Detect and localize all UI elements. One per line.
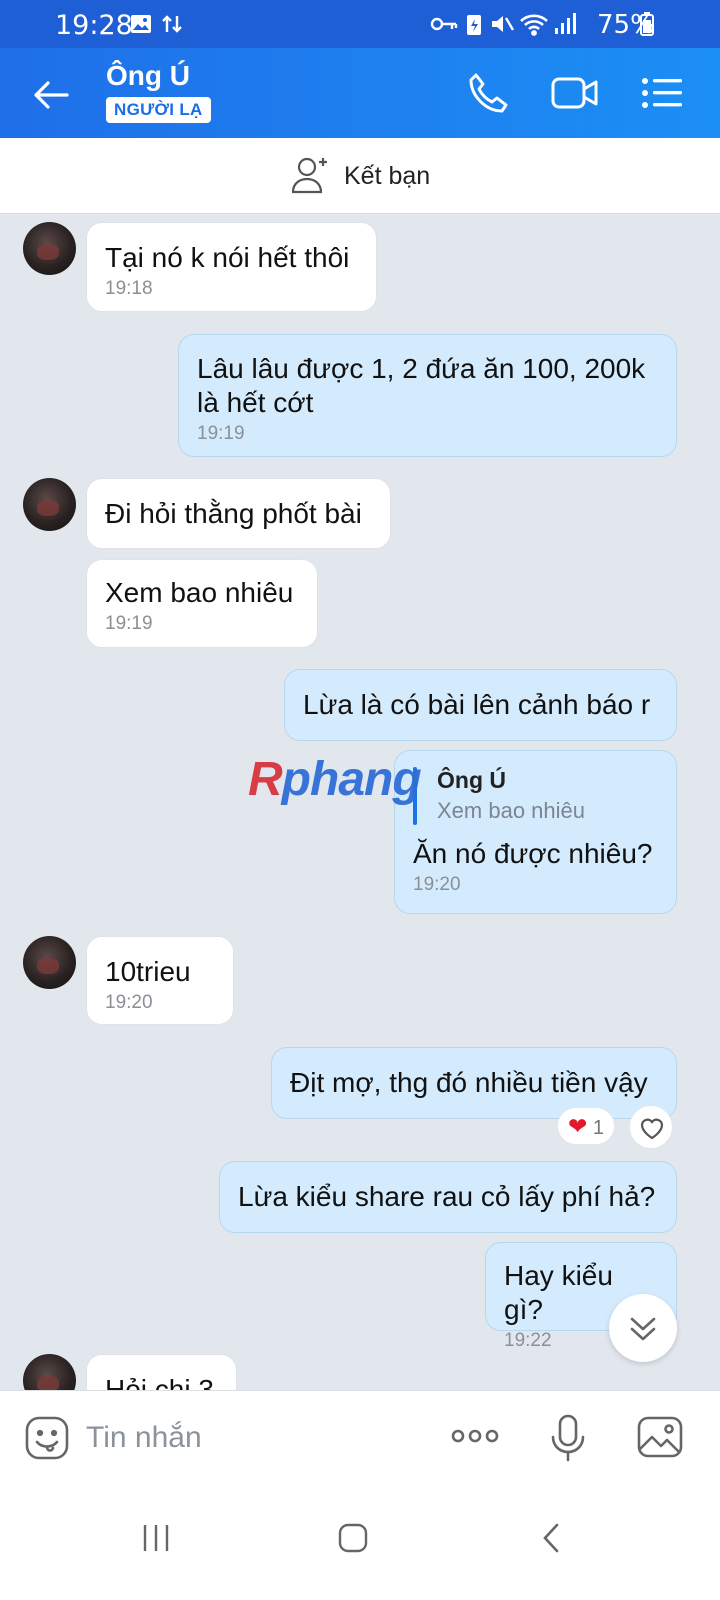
gallery-button[interactable]: [636, 1413, 684, 1466]
add-friend-bar[interactable]: Kết bạn: [0, 138, 720, 214]
quoted-sender: Ông Ú: [437, 767, 506, 793]
more-dots-icon: [451, 1429, 499, 1443]
message-time: 19:19: [197, 423, 245, 444]
message-text: Đi hỏi thằng phốt bài: [105, 498, 362, 529]
sticker-icon: [25, 1416, 69, 1460]
message-text: Lừa kiểu share rau cỏ lấy phí hả?: [238, 1181, 656, 1212]
message-text: Lâu lâu được 1, 2 đứa ăn 100, 200k là hế…: [197, 353, 646, 418]
message-text: Địt mợ, thg đó nhiều tiền vậy: [290, 1067, 648, 1098]
avatar[interactable]: [23, 478, 76, 531]
message-text: Xem bao nhiêu: [105, 577, 294, 608]
outgoing-message[interactable]: Địt mợ, thg đó nhiều tiền vậy: [271, 1047, 677, 1119]
mute-icon: [489, 12, 515, 41]
reaction-count: 1: [592, 1117, 604, 1139]
back-button[interactable]: [30, 74, 72, 116]
video-camera-icon: [551, 77, 598, 109]
more-options-button[interactable]: [450, 1421, 500, 1456]
list-menu-icon: [642, 78, 682, 108]
vpn-key-icon: [430, 12, 458, 41]
message-time: 19:20: [105, 992, 153, 1013]
status-time: 19:28: [55, 10, 133, 41]
double-chevron-down-icon: [630, 1317, 656, 1341]
heart-icon: ❤: [568, 1113, 588, 1139]
nav-back-button[interactable]: [537, 1522, 569, 1559]
heart-outline-icon: [640, 1118, 664, 1140]
message-list[interactable]: Tại nó k nói hết thôi 19:18 Lâu lâu được…: [0, 214, 720, 1417]
message-time: 19:18: [105, 278, 153, 299]
chat-header: Ông Ú NGƯỜI LẠ: [0, 48, 720, 138]
menu-button[interactable]: [640, 70, 690, 116]
scroll-to-bottom-button[interactable]: [609, 1294, 677, 1362]
wifi-icon: [519, 12, 549, 41]
quoted-text: Xem bao nhiêu: [437, 798, 585, 823]
system-navigation-bar: [0, 1486, 720, 1600]
voice-call-button[interactable]: [464, 70, 514, 116]
emoji-button[interactable]: [24, 1415, 70, 1466]
data-transfer-icon: [160, 12, 184, 41]
incoming-message[interactable]: Đi hỏi thằng phốt bài: [86, 478, 391, 549]
incoming-message[interactable]: 10trieu 19:20: [86, 936, 234, 1025]
outgoing-reply-message[interactable]: Ông Ú Xem bao nhiêu Ăn nó được nhiêu? 19…: [394, 750, 677, 914]
phone-icon: [469, 73, 508, 113]
gallery-icon: [129, 12, 153, 41]
react-button[interactable]: [629, 1105, 673, 1149]
message-time: 19:20: [413, 874, 461, 895]
arrow-left-icon: [34, 81, 69, 109]
incoming-message[interactable]: Tại nó k nói hết thôi 19:18: [86, 222, 377, 312]
video-call-button[interactable]: [550, 70, 600, 116]
battery-icon: [640, 12, 654, 41]
quoted-message[interactable]: Ông Ú Xem bao nhiêu: [413, 765, 658, 827]
stranger-badge: NGƯỜI LẠ: [106, 97, 211, 123]
message-text: 10trieu: [105, 956, 191, 987]
recent-apps-icon: [143, 1525, 169, 1551]
microphone-icon: [551, 1414, 585, 1462]
add-friend-label: Kết bạn: [344, 162, 431, 190]
avatar[interactable]: [23, 936, 76, 989]
message-input[interactable]: [86, 1417, 406, 1459]
outgoing-message[interactable]: Lừa kiểu share rau cỏ lấy phí hả?: [219, 1161, 677, 1233]
message-composer: [0, 1390, 720, 1486]
message-text: Lừa là có bài lên cảnh báo r: [303, 689, 651, 720]
image-icon: [637, 1416, 683, 1458]
chevron-left-icon: [543, 1523, 559, 1553]
avatar[interactable]: [23, 222, 76, 275]
message-text: Tại nó k nói hết thôi: [105, 242, 350, 273]
outgoing-message[interactable]: Lừa là có bài lên cảnh báo r: [284, 669, 677, 741]
voice-message-button[interactable]: [548, 1413, 588, 1468]
home-square-icon: [338, 1523, 368, 1553]
incoming-message[interactable]: Xem bao nhiêu 19:19: [86, 559, 318, 648]
home-button[interactable]: [337, 1522, 369, 1559]
reaction-summary[interactable]: ❤ 1: [557, 1107, 615, 1145]
contact-name[interactable]: Ông Ú: [106, 60, 190, 92]
signal-icon: [553, 12, 577, 41]
message-time: 19:19: [105, 613, 153, 634]
add-person-icon: [291, 154, 332, 199]
watermark-logo: Rphang: [248, 753, 422, 806]
outgoing-message[interactable]: Lâu lâu được 1, 2 đứa ăn 100, 200k là hế…: [178, 334, 677, 457]
battery-saver-icon: [464, 12, 484, 41]
message-text: Ăn nó được nhiêu?: [413, 838, 653, 869]
status-bar: 19:28 75%: [0, 0, 720, 48]
recent-apps-button[interactable]: [140, 1522, 172, 1559]
